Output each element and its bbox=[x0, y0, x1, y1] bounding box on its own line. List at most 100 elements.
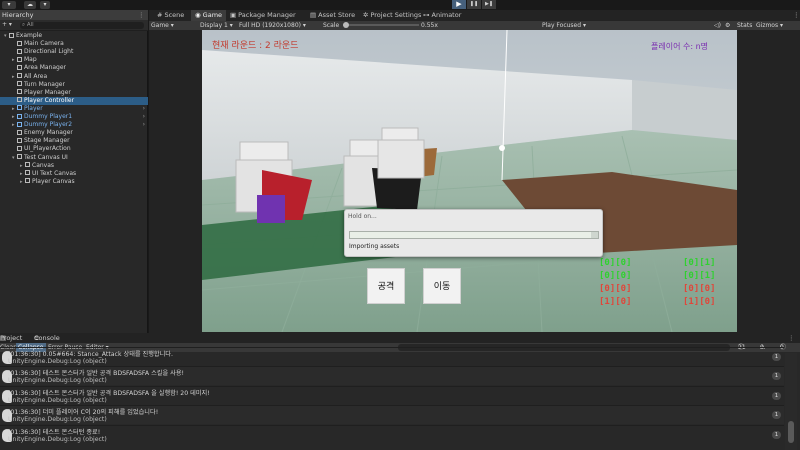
cloud-icon[interactable]: ☁ bbox=[24, 1, 36, 9]
gameobject-icon bbox=[17, 121, 22, 127]
tab-project-label: Project bbox=[0, 334, 23, 342]
game-mode-dropdown[interactable]: Game ▾ bbox=[151, 21, 174, 30]
hierarchy-item[interactable]: Player Manager bbox=[0, 89, 148, 97]
tab-icon: ⊶ bbox=[423, 11, 430, 19]
tab-asset-store[interactable]: ▤ Asset Store bbox=[306, 10, 359, 21]
gameobject-icon bbox=[25, 162, 30, 168]
dialog-title: Hold on... bbox=[348, 213, 377, 220]
console-scrollbar-thumb[interactable] bbox=[788, 421, 794, 443]
tab-scene[interactable]: # Scene bbox=[153, 10, 188, 21]
play-button[interactable]: ▶ bbox=[452, 0, 466, 9]
log-entry[interactable]: [01:36:30] 테스트 몬스터가 일반 공격 BDSFADSFA 을 실행… bbox=[0, 385, 784, 405]
hierarchy-item[interactable]: ▸ Dummy Player1 › bbox=[0, 113, 148, 121]
hierarchy-item[interactable]: ▾ Test Canvas UI bbox=[0, 154, 148, 162]
hierarchy-item-label: Canvas bbox=[32, 161, 55, 169]
hierarchy-item[interactable]: Main Camera bbox=[0, 40, 148, 48]
log-count-badge: 1 bbox=[772, 353, 781, 361]
hierarchy-item[interactable]: UI_PlayerAction bbox=[0, 145, 148, 153]
log-entry[interactable]: [01:36:30] 더미 플레이어 C이 20의 피해를 입었습니다! Unit… bbox=[0, 405, 784, 425]
side-wall bbox=[632, 80, 737, 140]
display-dropdown[interactable]: Display 1 ▾ bbox=[200, 21, 233, 30]
hierarchy-item[interactable]: ▸ UI Text Canvas bbox=[0, 170, 148, 178]
scale-slider-handle[interactable] bbox=[343, 22, 349, 28]
view-kebab-icon[interactable]: ⋮ bbox=[789, 10, 800, 21]
play-focused-label: Play Focused bbox=[542, 22, 582, 29]
hierarchy-item-label: Area Manager bbox=[24, 64, 67, 72]
hierarchy-item[interactable]: ▸ Dummy Player2 › bbox=[0, 121, 148, 129]
gizmos-dropdown[interactable]: Gizmos ▾ bbox=[756, 21, 783, 30]
settings-icon[interactable]: ⚙ bbox=[725, 21, 730, 30]
hierarchy-item-label: Stage Manager bbox=[24, 137, 70, 145]
grid-cell-text: [0][0] bbox=[599, 271, 632, 281]
import-progress-fill bbox=[350, 232, 591, 238]
console-scrollbar[interactable] bbox=[785, 353, 797, 450]
resolution-dropdown[interactable]: Full HD (1920x1080) ▾ bbox=[239, 21, 306, 30]
hierarchy-item[interactable]: Turn Manager bbox=[0, 81, 148, 89]
hierarchy-search-input[interactable]: ⌕ All bbox=[20, 22, 144, 29]
hierarchy-item-label: Player Controller bbox=[24, 96, 75, 104]
attack-button[interactable]: 공격 bbox=[367, 268, 405, 304]
hierarchy-item[interactable]: ▾ Example bbox=[0, 32, 148, 40]
pause-button[interactable]: ❚❚ bbox=[467, 0, 481, 9]
log-count-badge: 1 bbox=[772, 411, 781, 420]
log-entry[interactable]: [01:36:30] 0.05#664: Stance_Attack 상태를 진… bbox=[0, 347, 784, 366]
play-focused-dropdown[interactable]: Play Focused ▾ bbox=[542, 21, 586, 30]
hierarchy-item[interactable]: Stage Manager bbox=[0, 137, 148, 145]
hierarchy-item[interactable]: Directional Light bbox=[0, 48, 148, 56]
gameobject-icon bbox=[17, 129, 22, 135]
stats-button[interactable]: Stats bbox=[737, 21, 752, 30]
gameobject-icon bbox=[17, 40, 22, 46]
toolbar-dropdown[interactable]: ▾ bbox=[40, 1, 50, 9]
tab-label: Scene bbox=[164, 11, 185, 19]
round-text: 현재 라운드 : 2 라운드 bbox=[212, 41, 299, 51]
log-entry[interactable]: [01:36:30] 테스트 몬스터턴 종료! UnityEngine.Debug… bbox=[0, 424, 784, 444]
speaker-icon[interactable]: ◁) bbox=[714, 21, 721, 30]
log-message: [01:36:30] 0.05#664: Stance_Attack 상태를 진… bbox=[8, 351, 173, 358]
gameobject-icon bbox=[17, 97, 22, 103]
light-icon bbox=[499, 145, 505, 151]
tab-console-label: Console bbox=[34, 334, 60, 342]
move-button[interactable]: 이동 bbox=[423, 268, 461, 304]
tab-animator[interactable]: ⊶ Animator bbox=[419, 10, 465, 21]
hierarchy-item-label: Test Canvas UI bbox=[24, 153, 68, 161]
tab-package-manager[interactable]: ▣ Package Manager bbox=[226, 10, 300, 21]
prefab-open-icon[interactable]: › bbox=[143, 105, 145, 113]
hierarchy-item-label: UI Text Canvas bbox=[32, 169, 77, 177]
gameobject-icon bbox=[17, 105, 22, 111]
tab-label: Package Manager bbox=[238, 11, 296, 19]
grid-cell-text: [0][1] bbox=[683, 258, 716, 268]
hierarchy-item[interactable]: ▸ Player › bbox=[0, 105, 148, 113]
grid-cell-text: [1][0] bbox=[683, 297, 716, 307]
gameobject-icon bbox=[17, 137, 22, 143]
account-dropdown[interactable]: ▾ bbox=[2, 1, 16, 9]
hierarchy-item-label: Player bbox=[24, 104, 43, 112]
tab-label: Animator bbox=[431, 11, 462, 19]
hierarchy-item[interactable]: ▸ All Area bbox=[0, 73, 148, 81]
hierarchy-item[interactable]: ▸ Map bbox=[0, 56, 148, 64]
tab-project-settings[interactable]: ✲ Project Settings bbox=[359, 10, 425, 21]
hierarchy-item-label: All Area bbox=[24, 72, 48, 80]
players-text: 플레이어 수: n명 bbox=[651, 42, 709, 51]
hierarchy-item[interactable]: Enemy Manager bbox=[0, 129, 148, 137]
prefab-open-icon[interactable]: › bbox=[143, 113, 145, 121]
tab-game[interactable]: ◉ Game bbox=[191, 10, 227, 21]
hierarchy-item[interactable]: Player Controller bbox=[0, 96, 148, 105]
hierarchy-item[interactable]: ▸ Player Canvas bbox=[0, 178, 148, 186]
search-icon: ⌕ All bbox=[22, 22, 34, 28]
log-entry[interactable]: [01:36:30] 테스트 몬스터가 일반 공격 BDSFADSFA 스킬을 … bbox=[0, 366, 784, 386]
scale-slider[interactable] bbox=[343, 24, 419, 26]
kebab-menu-icon[interactable]: ⋮ bbox=[138, 10, 145, 20]
step-button[interactable]: ▶❚ bbox=[482, 0, 496, 9]
add-dropdown[interactable]: + ▾ bbox=[2, 21, 12, 28]
import-progress-bar bbox=[349, 231, 599, 239]
prefab-open-icon[interactable]: › bbox=[143, 121, 145, 129]
console-kebab-icon[interactable]: ⋮ bbox=[788, 333, 795, 343]
game-viewport[interactable] bbox=[202, 30, 737, 332]
log-count-badge: 1 bbox=[772, 430, 781, 439]
log-source: UnityEngine.Debug:Log (object) bbox=[8, 396, 107, 404]
import-dialog: Hold on... Importing assets bbox=[344, 209, 603, 257]
hierarchy-item[interactable]: Area Manager bbox=[0, 64, 148, 72]
hierarchy-tab[interactable]: Hierarchy ⋮ bbox=[0, 10, 148, 20]
hierarchy-item[interactable]: ▸ Canvas bbox=[0, 162, 148, 170]
log-message: [01:36:30] 테스트 몬스터가 일반 공격 BDSFADSFA 스킬을 … bbox=[8, 370, 185, 378]
